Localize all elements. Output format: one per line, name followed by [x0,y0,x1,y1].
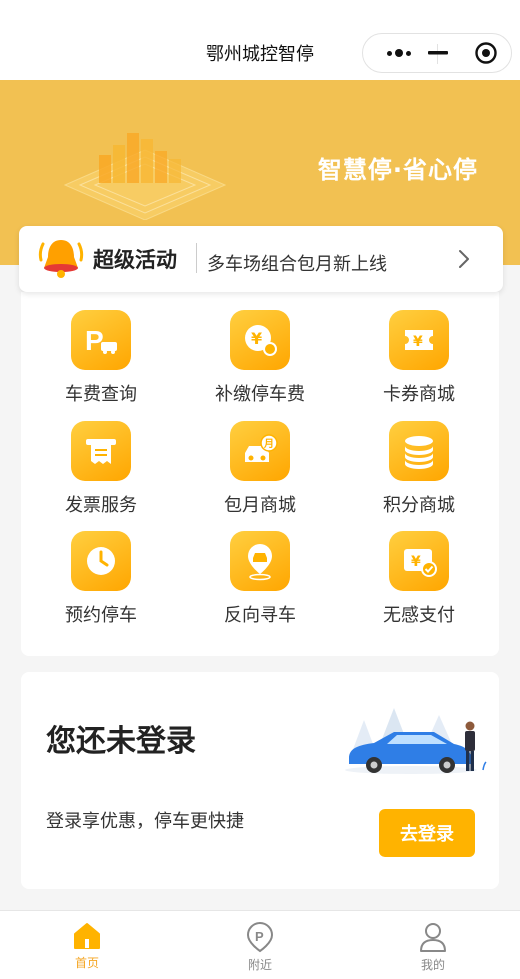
svg-text:¥: ¥ [251,329,262,348]
tab-bar: 首页 P 附近 我的 [0,910,520,979]
chevron-right-icon[interactable] [457,248,471,270]
promo-title: 超级活动 [93,248,177,272]
car-driver-illustration [345,708,487,774]
close-program-icon[interactable] [456,34,516,72]
service-points-mall[interactable]: 积分商城 [349,421,489,521]
auto-pay-icon: ¥ [389,531,449,591]
bell-icon [38,240,84,278]
login-title: 您还未登录 [46,724,196,759]
promo-text: 多车场组合包月新上线 [207,254,387,275]
user-icon [420,923,446,952]
service-invoice[interactable]: 发票服务 [31,421,171,521]
login-subtitle: 登录享优惠，停车更快捷 [46,811,244,832]
svg-text:¥: ¥ [413,334,423,350]
service-back-payment[interactable]: ¥ 补缴停车费 [190,310,330,410]
tab-profile-label: 我的 [420,958,445,972]
banner-slogan: 智慧停·省心停 [317,156,478,184]
login-card: 您还未登录 登录享优惠，停车更快捷 去登录 [21,672,499,889]
tab-profile[interactable]: 我的 [373,911,493,979]
service-auto-pay[interactable]: ¥ 无感支付 [349,531,489,631]
svg-text:P: P [255,929,264,944]
tab-home[interactable]: 首页 [27,911,147,979]
promo-divider [196,243,197,273]
monthly-pass-icon: 月 [230,421,290,481]
clock-icon [71,531,131,591]
find-car-icon [230,531,290,591]
service-grid: P 车费查询 ¥ 补缴停车费 ¥ 卡券商城 发票服务 月 包月商城 积分商城 预… [21,292,499,656]
navigation-bar: 鄂州城控智停 [0,0,520,80]
parking-fee-icon: P [71,310,131,370]
svg-text:¥: ¥ [411,554,421,570]
svg-text:P: P [85,325,104,356]
city-building-illustration [63,133,227,220]
svg-text:月: 月 [263,438,274,450]
invoice-icon [71,421,131,481]
tab-nearby-label: 附近 [247,958,272,972]
tab-home-label: 首页 [74,956,99,970]
mini-program-capsule [362,33,512,73]
home-icon [74,923,100,949]
service-reserve-parking[interactable]: 预约停车 [31,531,171,631]
points-coins-icon [389,421,449,481]
tab-nearby[interactable]: P 附近 [200,911,320,979]
service-parking-fee[interactable]: P 车费查询 [31,310,171,410]
service-find-car[interactable]: 反向寻车 [190,531,330,631]
login-button[interactable]: 去登录 [379,809,475,857]
coupon-icon: ¥ [389,310,449,370]
promo-bar[interactable]: 超级活动 多车场组合包月新上线 [19,226,503,292]
service-monthly-pass[interactable]: 月 包月商城 [190,421,330,521]
parking-location-icon: P [246,921,274,953]
yuan-coin-icon: ¥ [230,310,290,370]
service-coupon-mall[interactable]: ¥ 卡券商城 [349,310,489,410]
